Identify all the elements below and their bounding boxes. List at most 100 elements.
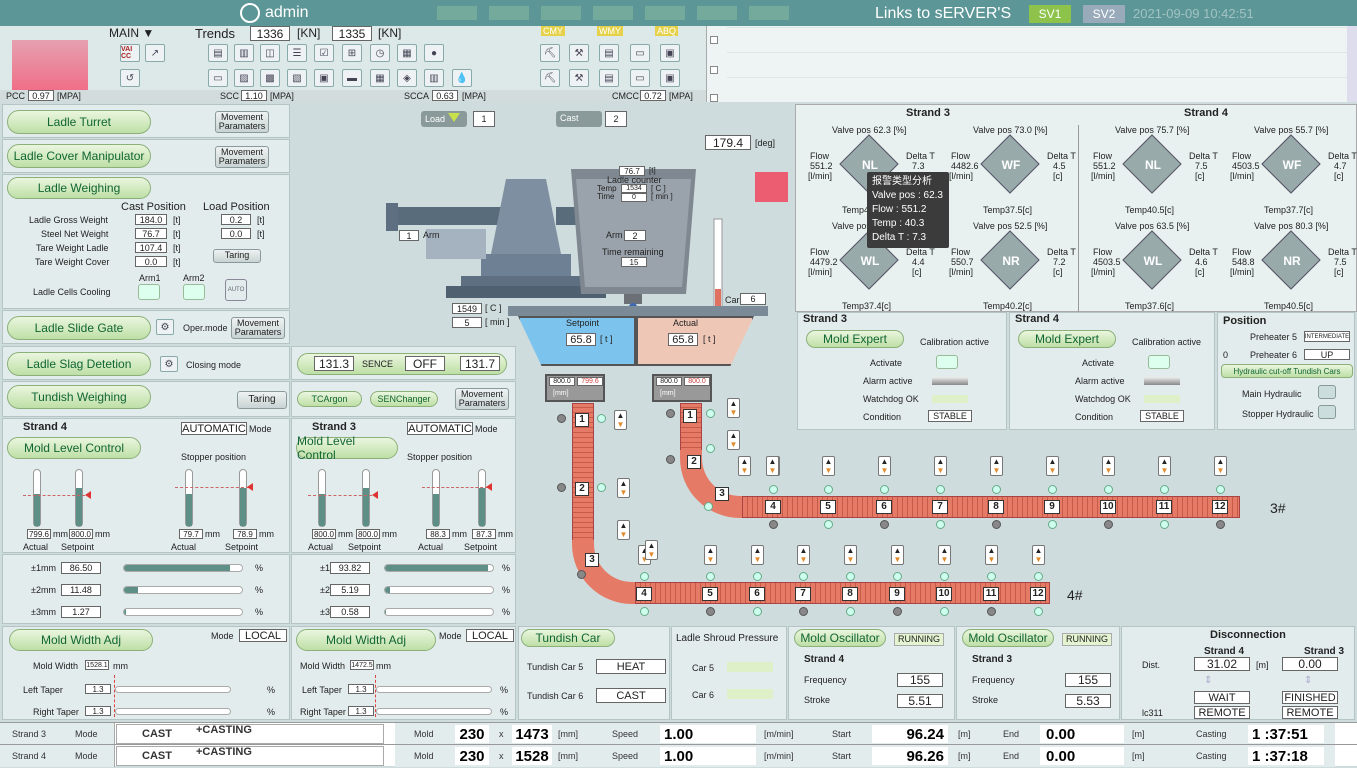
mold3-mlc-button[interactable]: Mold Level Control <box>296 434 398 462</box>
refresh-icon[interactable]: ↺ <box>120 69 140 87</box>
toolbar-sensor-icon[interactable]: ◫ <box>260 44 280 62</box>
expert-s3-button[interactable]: Mold Expert <box>806 330 904 348</box>
toolbar-ladle-8-icon[interactable]: ▤ <box>599 69 619 87</box>
sv2-button[interactable]: SV2 <box>1083 5 1125 23</box>
toolbar-torch-icon[interactable]: ● <box>424 44 444 62</box>
tundish-weighing-button[interactable]: Tundish Weighing <box>7 385 151 409</box>
toolbar-gauge-icon[interactable]: ▭ <box>208 69 228 87</box>
width4-mode-value[interactable]: LOCAL <box>239 629 287 642</box>
hydraulic-cutoff-button[interactable]: Hydraulic cut-off Tundish Cars <box>1221 364 1353 378</box>
toolbar-burner-icon[interactable]: 💧 <box>452 69 472 87</box>
toolbar-chart-icon[interactable]: ▨ <box>234 69 254 87</box>
toolbar-ladle-3-icon[interactable]: ▤ <box>599 44 619 62</box>
alarm-list[interactable] <box>706 26 1357 102</box>
ladle-slag-button[interactable]: Ladle Slag Detetion <box>7 352 151 376</box>
toolbar-check-icon[interactable]: ☑ <box>314 44 334 62</box>
toolbar-timer-icon[interactable]: ◷ <box>370 44 390 62</box>
sence-state[interactable]: OFF <box>405 356 445 371</box>
toolbar-converter-icon[interactable]: ▥ <box>424 69 444 87</box>
bend-segment-arrow-icon[interactable]: ▲ ▼ <box>766 456 779 476</box>
toolbar-ladle-5-icon[interactable]: ▣ <box>660 44 680 62</box>
mold3-mode-value[interactable]: AUTOMATIC <box>407 422 473 435</box>
toolbar-ladle-6-icon[interactable]: ⛏ <box>540 69 560 87</box>
toolbar-grid-icon[interactable]: ▩ <box>260 69 280 87</box>
valve-cell[interactable]: Valve pos 73.0 [%] Flow 4482.6 [l/min] D… <box>937 125 1077 217</box>
toolbar-meter-icon[interactable]: ▬ <box>342 69 362 87</box>
ladle-weighing-button[interactable]: Ladle Weighing <box>7 177 151 199</box>
toolbar-matrix-icon[interactable]: ▧ <box>287 69 307 87</box>
bend-segment-arrow-icon[interactable]: ▲ ▼ <box>645 540 658 560</box>
stopper-hydraulic-indicator[interactable] <box>1318 405 1336 419</box>
slide-gate-mode-icon[interactable]: ⚙ <box>156 319 174 335</box>
width3-button[interactable]: Mold Width Adj <box>296 629 436 651</box>
expert-s4-activate-indicator[interactable] <box>1148 355 1170 369</box>
main-menu[interactable]: MAIN ▼ <box>109 26 154 40</box>
toolbar-converter-icon[interactable]: ▤ <box>208 44 228 62</box>
alarm-checkbox-3[interactable] <box>710 94 718 102</box>
slide-gate-movement-button[interactable]: Movement Paramaters <box>231 317 285 339</box>
arm1-cooling-indicator[interactable] <box>138 284 160 300</box>
bend-segment-arrow-icon[interactable]: ▲ ▼ <box>738 456 751 476</box>
strand4-segment-arrow-icon[interactable]: ▲▼ <box>797 545 810 565</box>
strand3-segment-arrow-icon[interactable]: ▲▼ <box>1214 456 1227 476</box>
strand4-segment-arrow-icon[interactable]: ▲▼ <box>938 545 951 565</box>
width4-button[interactable]: Mold Width Adj <box>9 629 153 651</box>
strand3-segment-arrow-icon[interactable]: ▲▼ <box>822 456 835 476</box>
strand4-segment-arrow-icon[interactable]: ▲▼ <box>844 545 857 565</box>
toolbar-ladle-2-icon[interactable]: ⚒ <box>569 44 589 62</box>
slag-mode-icon[interactable]: ⚙ <box>160 356 178 372</box>
toolbar-ladle-9-icon[interactable]: ▭ <box>630 69 650 87</box>
trend-1-field[interactable]: 1336 <box>250 26 290 41</box>
strand3-segment-arrow-icon[interactable]: ▲▼ <box>1158 456 1171 476</box>
tundish-car-button[interactable]: Tundish Car <box>521 629 615 647</box>
alarm-scrollbar[interactable] <box>1347 26 1357 102</box>
sv1-button[interactable]: SV1 <box>1029 5 1071 23</box>
toolbar-valve-bank-icon[interactable]: ▦ <box>397 44 417 62</box>
strand3-segment-arrow-icon[interactable]: ▲▼ <box>878 456 891 476</box>
toolbar-panel-icon[interactable]: ☰ <box>287 44 307 62</box>
ladle-cover-button[interactable]: Ladle Cover Manipulator <box>7 144 151 168</box>
tundish-movement-button[interactable]: Movement Paramaters <box>455 388 509 410</box>
expert-s3-activate-indicator[interactable] <box>936 355 958 369</box>
strand3-segment-arrow-icon[interactable]: ▲▼ <box>934 456 947 476</box>
tundish-taring-button[interactable]: Taring <box>237 391 287 409</box>
toolbar-heater-icon[interactable]: ⊞ <box>342 44 362 62</box>
ladle-turret-button[interactable]: Ladle Turret <box>7 110 151 134</box>
width3-mode-value[interactable]: LOCAL <box>466 629 514 642</box>
toolbar-ladle-10-icon[interactable]: ▣ <box>660 69 680 87</box>
mold4-mode-value[interactable]: AUTOMATIC <box>181 422 247 435</box>
valve-cell[interactable]: Valve pos 75.7 [%] Flow 551.2 [l/min] De… <box>1079 125 1219 217</box>
toolbar-ladle-1-icon[interactable]: ⛏ <box>540 44 560 62</box>
alarm-checkbox-2[interactable] <box>710 66 718 74</box>
toolbar-ladle-4-icon[interactable]: ▭ <box>630 44 650 62</box>
ladle-turret-movement-button[interactable]: Movement Paramaters <box>215 111 269 133</box>
toolbar-ladle-7-icon[interactable]: ⚒ <box>569 69 589 87</box>
strand4-segment-arrow-icon[interactable]: ▲▼ <box>1032 545 1045 565</box>
bend-segment-arrow-icon[interactable]: ▲ ▼ <box>614 410 627 430</box>
bend-segment-arrow-icon[interactable]: ▲ ▼ <box>617 478 630 498</box>
strand4-segment-arrow-icon[interactable]: ▲▼ <box>891 545 904 565</box>
load-indicator[interactable]: Load <box>421 111 467 127</box>
strand4-segment-arrow-icon[interactable]: ▲▼ <box>751 545 764 565</box>
alarm-checkbox-1[interactable] <box>710 36 718 44</box>
valve-cell[interactable]: Valve pos 55.7 [%] Flow 4503.5 [l/min] D… <box>1218 125 1357 217</box>
toolbar-monitor-icon[interactable]: ▣ <box>314 69 334 87</box>
external-link-icon[interactable]: ↗ <box>145 44 165 62</box>
trend-2-field[interactable]: 1335 <box>332 26 372 41</box>
main-hydraulic-indicator[interactable] <box>1318 385 1336 399</box>
expert-s4-button[interactable]: Mold Expert <box>1018 330 1116 348</box>
strand4-segment-arrow-icon[interactable]: ▲▼ <box>704 545 717 565</box>
arm2-cooling-indicator[interactable] <box>183 284 205 300</box>
strand3-segment-arrow-icon[interactable]: ▲▼ <box>1046 456 1059 476</box>
bend-segment-arrow-icon[interactable]: ▲ ▼ <box>727 398 740 418</box>
osc3-button[interactable]: Mold Oscillator <box>962 629 1054 647</box>
toolbar-heater-2-icon[interactable]: ▦ <box>370 69 390 87</box>
bend-segment-arrow-icon[interactable]: ▲ ▼ <box>617 520 630 540</box>
strand3-segment-arrow-icon[interactable]: ▲▼ <box>990 456 1003 476</box>
vai-cc-icon[interactable]: VAI CC <box>120 44 140 62</box>
toolbar-drop-icon[interactable]: ◈ <box>397 69 417 87</box>
osc4-button[interactable]: Mold Oscillator <box>794 629 886 647</box>
ladle-cover-movement-button[interactable]: Movement Paramaters <box>215 146 269 168</box>
valve-cell[interactable]: Valve pos 80.3 [%] Flow 548.8 [l/min] De… <box>1218 221 1357 313</box>
camera-thumbnail[interactable] <box>12 40 88 92</box>
